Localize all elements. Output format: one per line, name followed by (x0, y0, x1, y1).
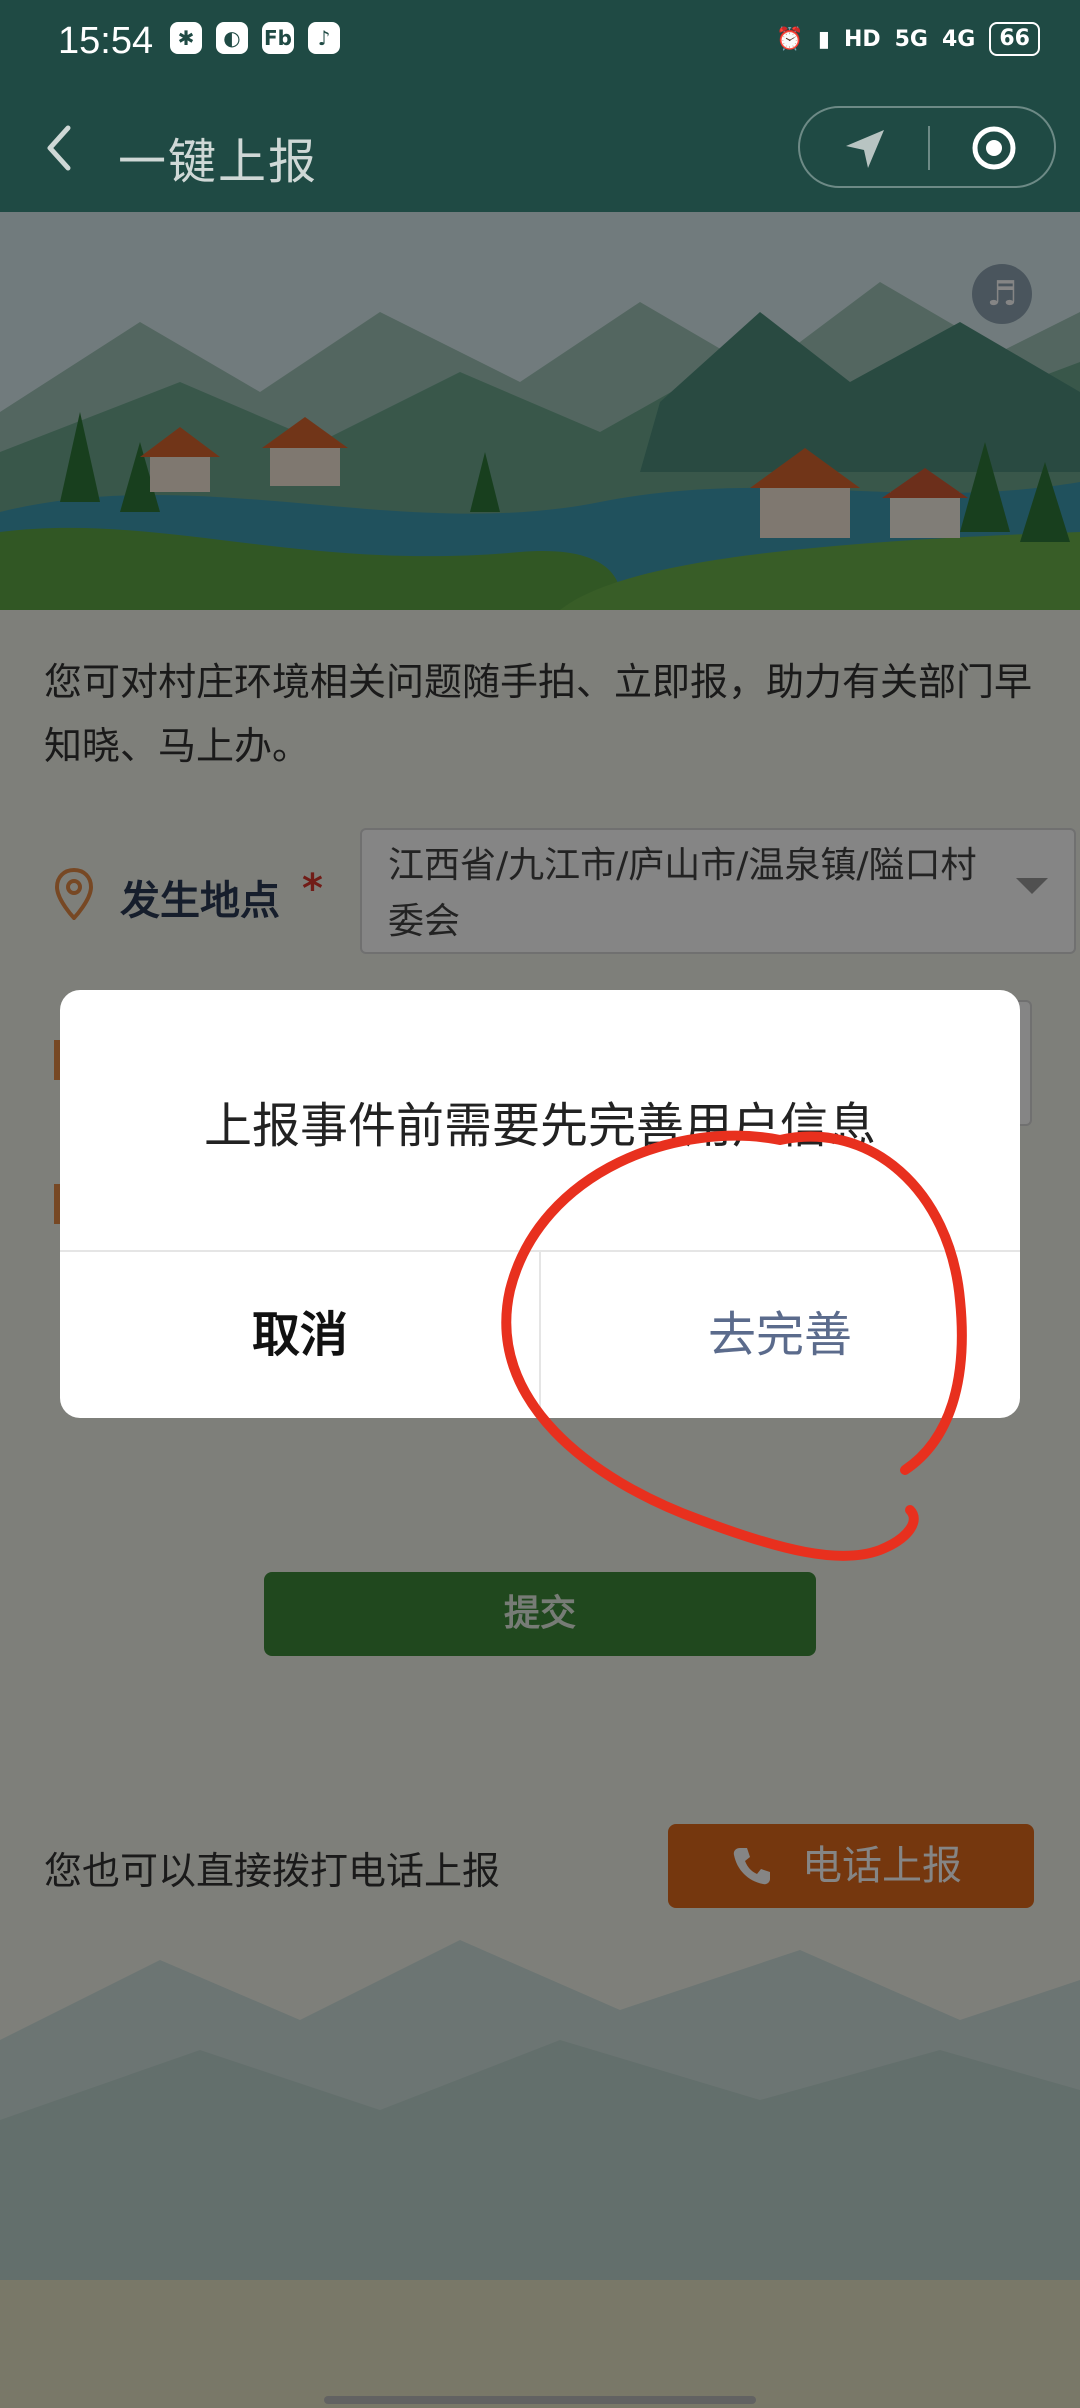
fb-icon: Fb (262, 22, 294, 54)
vibrate-icon: ▮ (817, 26, 830, 52)
page-title: 一键上报 (118, 134, 319, 190)
tiktok-icon: ♪ (308, 22, 340, 54)
wechat-icon: ✱ (170, 22, 202, 54)
complete-info-button[interactable]: 去完善 (540, 1252, 1020, 1418)
back-arrow-icon[interactable] (40, 120, 80, 176)
close-target-icon[interactable] (970, 124, 1018, 172)
dialog-message: 上报事件前需要先完善用户信息 (203, 1098, 876, 1154)
nav-bar: 一键上报 (0, 84, 1080, 212)
status-time: 15:54 (58, 20, 154, 62)
browser-icon: ◐ (216, 22, 248, 54)
battery-indicator: 66 (989, 22, 1040, 56)
miniprogram-capsule (798, 106, 1056, 188)
signal-4g: 4G (942, 26, 976, 52)
cancel-button[interactable]: 取消 (60, 1252, 540, 1418)
capsule-divider (928, 126, 930, 170)
alarm-icon: ⏰ (776, 26, 804, 52)
signal-5g: 5G (894, 26, 928, 52)
status-app-icons: ✱ ◐ Fb ♪ (170, 22, 340, 54)
hd-badge: HD (843, 26, 881, 52)
confirm-dialog: 上报事件前需要先完善用户信息 取消 去完善 (60, 990, 1020, 1418)
status-indicators: ⏰ ▮ HD 5G 4G 66 (776, 22, 1040, 56)
status-bar: 15:54 ✱ ◐ Fb ♪ ⏰ ▮ HD 5G 4G 66 (0, 0, 1080, 84)
location-arrow-icon[interactable] (842, 126, 888, 172)
